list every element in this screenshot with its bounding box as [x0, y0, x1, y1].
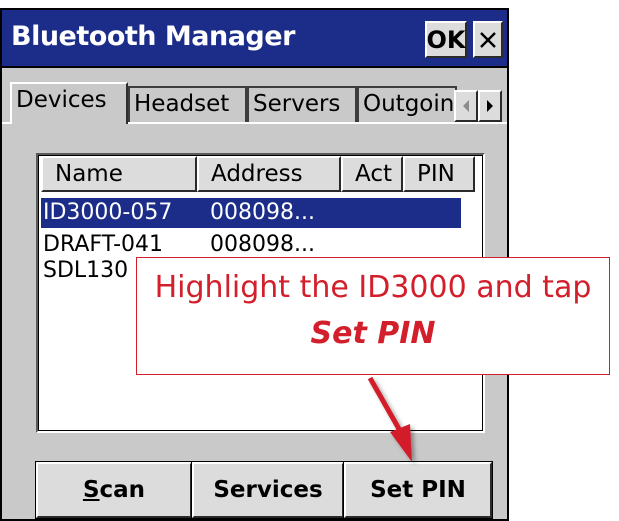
pointer-arrow — [367, 376, 412, 462]
